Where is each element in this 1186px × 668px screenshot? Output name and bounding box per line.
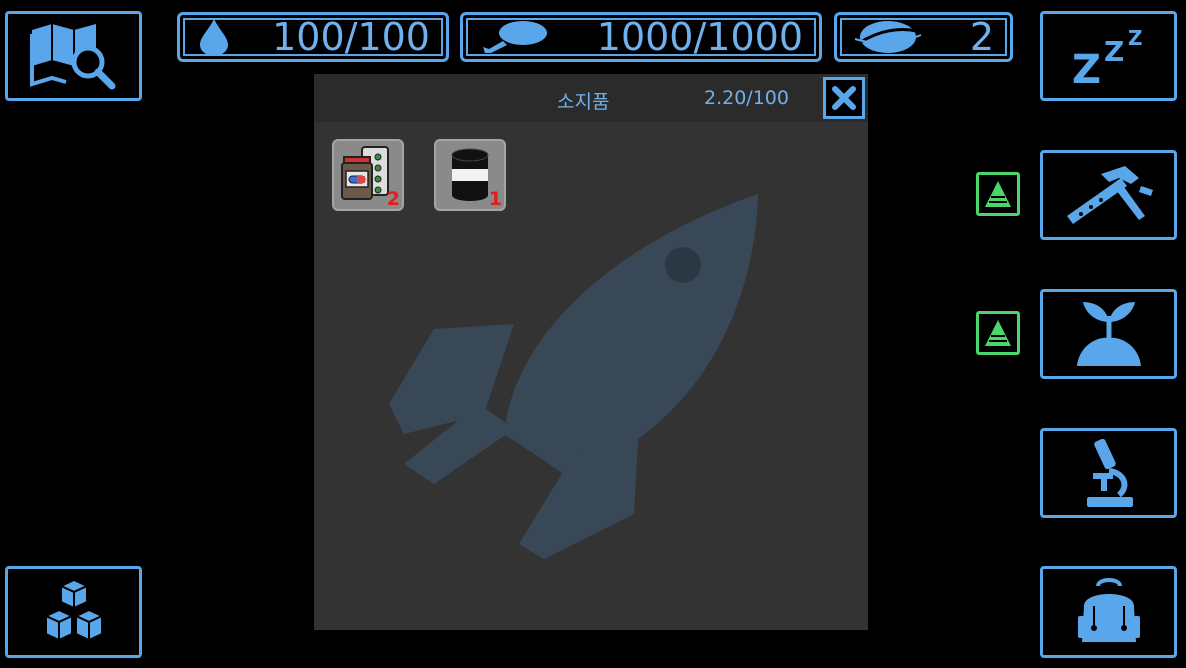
map-button[interactable] — [5, 11, 142, 101]
svg-text:Z: Z — [1072, 47, 1101, 91]
water-value: 100/100 — [272, 15, 430, 59]
svg-text:Z: Z — [1104, 35, 1124, 68]
sleep-button[interactable]: Z Z Z — [1040, 11, 1177, 101]
close-button[interactable] — [823, 77, 865, 119]
energy-value: 2 — [969, 15, 994, 59]
farm-alert-badge — [976, 311, 1020, 355]
backpack-button[interactable] — [1040, 566, 1177, 658]
svg-text:Z: Z — [1128, 26, 1143, 50]
research-button[interactable] — [1040, 428, 1177, 518]
inventory-title: 소지품 — [557, 91, 610, 113]
up-arrow-alert-icon — [985, 181, 1011, 207]
inventory-header: 소지품 2.20/100 — [314, 74, 868, 122]
sleep-zzz-icon: Z Z Z — [1072, 26, 1143, 91]
food-value: 1000/1000 — [596, 15, 803, 59]
map-search-icon — [29, 24, 115, 90]
hammer-saw-icon — [1066, 166, 1153, 224]
backpack-icon — [1077, 578, 1140, 642]
craft-alert-badge — [976, 172, 1020, 216]
farm-button[interactable] — [1040, 289, 1177, 379]
cubes-icon — [43, 578, 104, 642]
up-arrow-alert-icon — [985, 320, 1011, 346]
build-blocks-button[interactable] — [5, 566, 142, 658]
water-drop-icon — [200, 19, 228, 56]
sprout-icon — [1076, 302, 1141, 366]
inventory-slot-fuel[interactable]: 1 — [434, 139, 506, 211]
craft-button[interactable] — [1040, 150, 1177, 240]
inventory-panel: 소지품 2.20/100 2 1 — [314, 74, 868, 630]
planet-ring-icon — [854, 21, 922, 53]
inventory-capacity: 2.20/100 — [704, 87, 789, 109]
inventory-slot-medicine[interactable]: 2 — [332, 139, 404, 211]
energy-stat: 2 — [834, 12, 1013, 62]
item-count: 2 — [386, 188, 400, 210]
food-stat: 1000/1000 — [460, 12, 822, 62]
meat-leg-icon — [483, 21, 547, 53]
close-icon — [832, 86, 856, 110]
water-stat: 100/100 — [177, 12, 449, 62]
microscope-icon — [1086, 438, 1133, 507]
item-count: 1 — [488, 188, 502, 210]
